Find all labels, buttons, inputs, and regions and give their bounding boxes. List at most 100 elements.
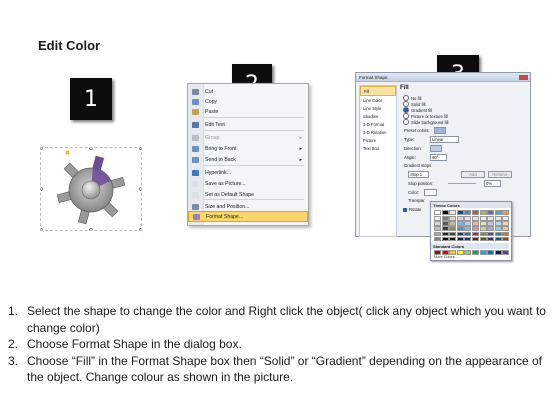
color-swatch[interactable] [464,216,472,221]
stop-select[interactable]: Stop 1 [408,171,429,178]
color-swatch[interactable] [434,221,441,226]
color-swatch[interactable] [441,221,449,226]
color-swatch[interactable] [456,210,464,215]
color-swatch[interactable] [441,236,449,242]
color-swatch[interactable] [502,236,510,242]
color-swatch[interactable] [441,216,449,221]
gear-icon[interactable] [41,148,141,230]
nav-item-picture[interactable]: Picture [360,136,396,144]
nav-item-text-box[interactable]: Text Box [360,144,396,152]
color-swatch[interactable] [449,210,457,215]
type-select[interactable]: Linear [430,136,459,143]
nav-item-3-d-rotation[interactable]: 3-D Rotation [360,128,396,136]
menu-item-group[interactable]: Group ▸ [188,132,306,143]
color-swatch[interactable] [434,231,441,237]
color-swatch[interactable] [449,236,457,242]
color-swatch[interactable] [456,236,464,242]
color-swatch[interactable] [471,236,479,242]
color-swatch[interactable] [487,216,495,221]
fill-option-slide-background-fill[interactable]: Slide background fill [403,119,448,125]
color-swatch[interactable] [479,216,487,221]
color-swatch[interactable] [434,226,441,231]
color-swatch[interactable] [494,226,502,231]
gear-selection-box[interactable] [40,147,142,231]
color-swatch[interactable] [494,216,502,221]
color-swatch[interactable] [434,216,441,221]
color-swatch[interactable] [471,210,479,215]
color-swatch[interactable] [449,226,457,231]
color-swatch[interactable] [434,236,441,242]
menu-item-format-shape[interactable]: Format Shape... [188,211,308,222]
more-colors-link[interactable]: More Colors... [434,255,458,259]
color-swatch[interactable] [434,250,441,255]
color-swatch[interactable] [502,221,510,226]
color-swatch[interactable] [441,250,449,255]
remove-stop-button[interactable]: Remove [488,171,512,178]
color-swatch[interactable] [471,250,479,255]
color-swatch[interactable] [456,221,464,226]
rotate-checkbox[interactable] [403,207,407,212]
color-swatch[interactable] [441,210,449,215]
radio-icon[interactable] [403,119,409,125]
color-swatch[interactable] [456,250,464,255]
nav-item-shadow[interactable]: Shadow [360,112,396,120]
color-swatch[interactable] [502,231,510,237]
color-swatch[interactable] [471,226,479,231]
color-swatch[interactable] [487,226,495,231]
color-swatch[interactable] [464,221,472,226]
color-swatch[interactable] [456,226,464,231]
color-swatch[interactable] [464,231,472,237]
color-swatch[interactable] [449,231,457,237]
stop-position-input[interactable]: 0% [484,180,501,187]
color-swatch[interactable] [464,250,472,255]
color-swatch[interactable] [479,231,487,237]
color-swatch[interactable] [464,210,472,215]
color-swatch[interactable] [464,226,472,231]
color-swatch[interactable] [471,231,479,237]
nav-item-line-color[interactable]: Line Color [360,96,396,104]
color-swatch[interactable] [479,236,487,242]
menu-item-hyperlink[interactable]: Hyperlink... [188,167,306,178]
color-swatch[interactable] [487,221,495,226]
color-swatch[interactable] [449,221,457,226]
color-swatch[interactable] [494,221,502,226]
color-swatch[interactable] [502,210,510,215]
menu-item-bring-to-front[interactable]: Bring to Front ▸ [188,143,306,154]
nav-item-3-d-format[interactable]: 3-D Format [360,120,396,128]
menu-item-paste[interactable]: Paste [188,106,306,117]
menu-item-send-to-back[interactable]: Send to Back ▸ [188,154,306,165]
color-swatch[interactable] [479,221,487,226]
stop-position-slider[interactable] [448,183,476,184]
color-swatch[interactable] [487,236,495,242]
color-swatch[interactable] [494,250,502,255]
color-swatch[interactable] [471,216,479,221]
color-swatch[interactable] [471,221,479,226]
nav-item-fill[interactable]: Fill [360,86,396,96]
direction-button[interactable] [430,145,442,152]
color-swatch[interactable] [502,216,510,221]
color-swatch[interactable] [487,231,495,237]
color-swatch[interactable] [464,236,472,242]
color-swatch[interactable] [502,250,510,255]
color-swatch[interactable] [502,226,510,231]
color-swatch[interactable] [479,210,487,215]
color-swatch[interactable] [479,250,487,255]
color-swatch[interactable] [434,210,441,215]
color-swatch[interactable] [449,250,457,255]
color-swatch[interactable] [456,231,464,237]
color-swatch[interactable] [441,226,449,231]
color-swatch[interactable] [449,216,457,221]
close-icon[interactable] [519,74,528,80]
color-swatch[interactable] [494,210,502,215]
color-swatch[interactable] [479,226,487,231]
color-picker-button[interactable] [424,189,437,196]
color-swatch[interactable] [456,216,464,221]
color-swatch[interactable] [487,210,495,215]
menu-item-edit-text[interactable]: Edit Text [188,119,306,130]
color-swatch[interactable] [441,231,449,237]
angle-input[interactable]: 90° [430,154,447,161]
color-swatch[interactable] [494,236,502,242]
color-swatch[interactable] [487,250,495,255]
add-stop-button[interactable]: Add [461,171,485,178]
nav-item-line-style[interactable]: Line Style [360,104,396,112]
